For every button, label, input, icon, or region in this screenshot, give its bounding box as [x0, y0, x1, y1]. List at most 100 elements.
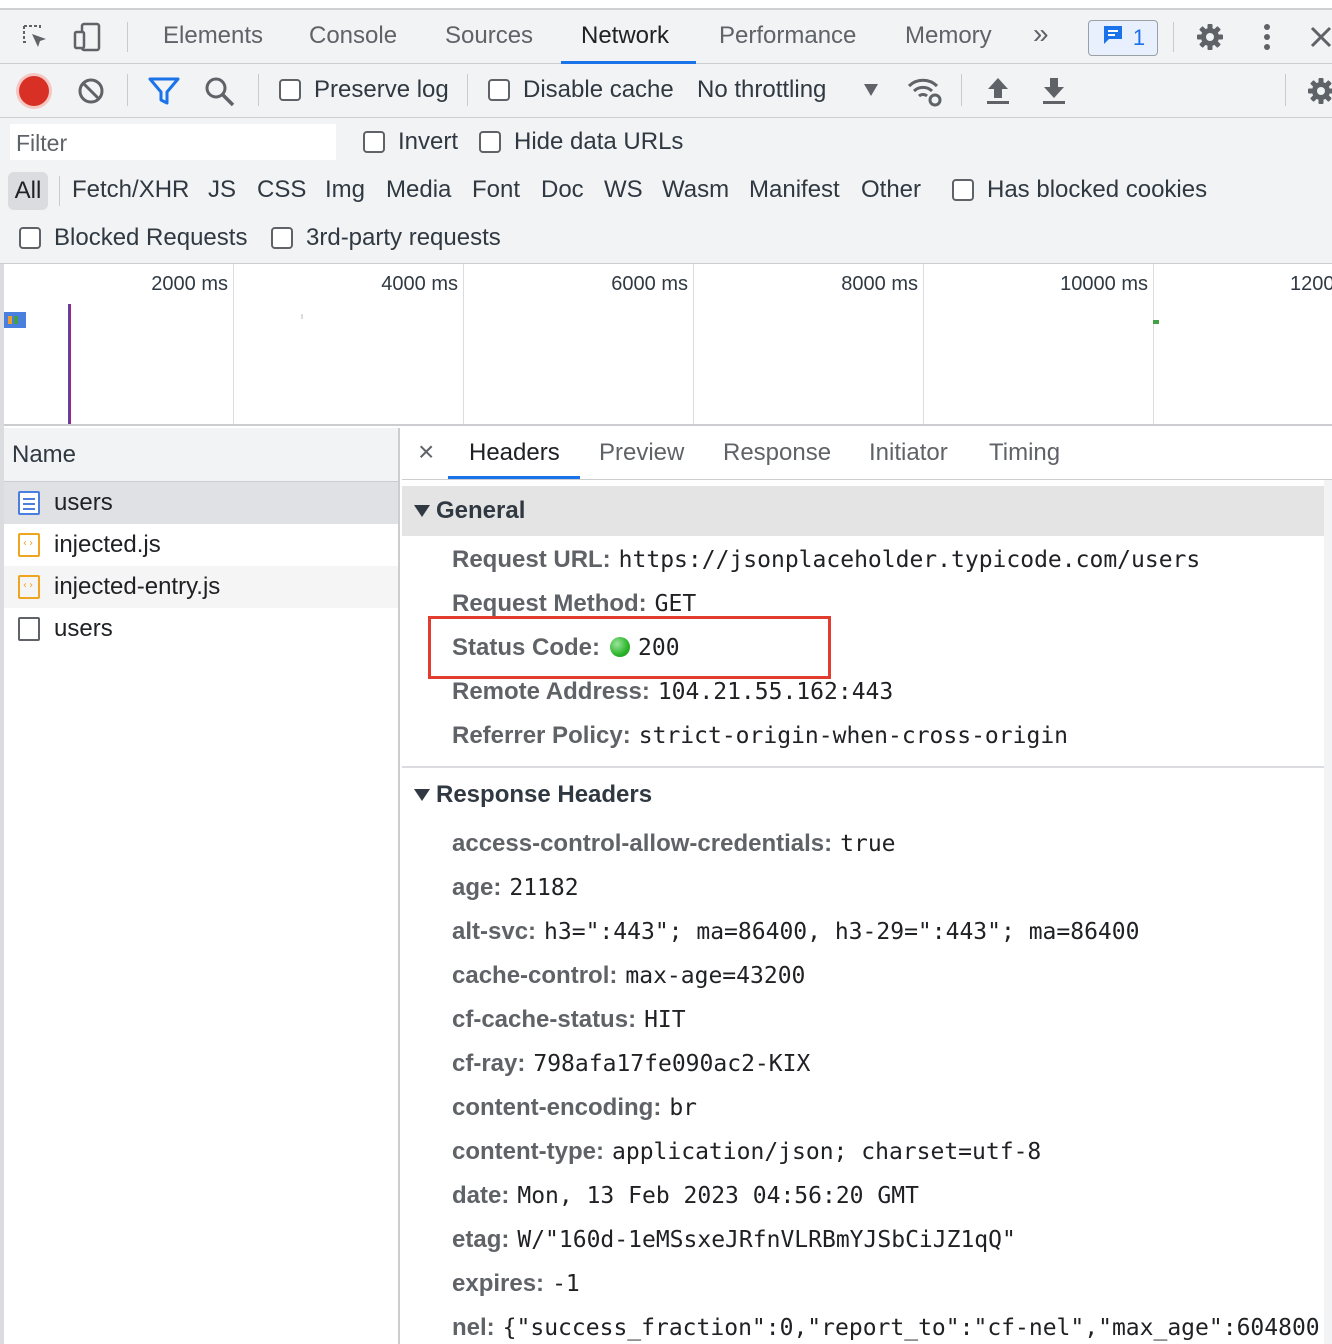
header-value: max-age=43200	[625, 963, 806, 989]
filter-type-media[interactable]: Media	[386, 176, 451, 204]
general-section-header[interactable]: General	[402, 486, 1324, 536]
timeline-label: 10000 ms	[1060, 273, 1148, 295]
header-value: https://jsonplaceholder.typicode.com/use…	[618, 547, 1201, 573]
issues-count: 1	[1132, 25, 1146, 50]
filter-type-other[interactable]: Other	[861, 176, 921, 204]
response-header-row: content-encoding: br	[452, 1094, 697, 1122]
tab-response[interactable]: Response	[723, 439, 831, 467]
tab-network[interactable]: Network	[581, 22, 669, 50]
response-header-row: etag: W/"160d-1eMSsxeJRfnVLRBmYJSbCiJZ1qQ…	[452, 1226, 1016, 1254]
tab-memory[interactable]: Memory	[905, 22, 992, 50]
filter-type-img[interactable]: Img	[325, 176, 365, 204]
close-details-icon[interactable]: ×	[418, 436, 434, 468]
invert-label: Invert	[398, 128, 459, 155]
tab-console[interactable]: Console	[309, 22, 397, 50]
filter-type-wasm[interactable]: Wasm	[662, 176, 729, 204]
issues-badge[interactable]: 1	[1088, 20, 1158, 56]
settings-gear-icon[interactable]	[1193, 20, 1227, 54]
tab-elements[interactable]: Elements	[163, 22, 263, 50]
hide-data-urls-checkbox[interactable]	[479, 131, 501, 153]
filter-funnel-icon[interactable]	[148, 76, 180, 113]
filter-type-font[interactable]: Font	[472, 176, 520, 204]
tab-preview[interactable]: Preview	[599, 439, 684, 467]
hide-data-urls-label: Hide data URLs	[514, 128, 684, 155]
device-toolbar-icon[interactable]	[70, 20, 104, 54]
preserve-log-checkbox[interactable]	[279, 79, 301, 101]
header-value: Mon, 13 Feb 2023 04:56:20 GMT	[517, 1183, 919, 1209]
timeline-label: 1200	[1290, 273, 1332, 295]
filter-type-fetch-xhr[interactable]: Fetch/XHR	[72, 176, 189, 204]
header-key: etag:	[452, 1226, 510, 1253]
header-value: W/"160d-1eMSsxeJRfnVLRBmYJSbCiJZ1qQ"	[517, 1227, 1016, 1253]
inspect-element-icon[interactable]	[18, 20, 52, 54]
filter-type-ws[interactable]: WS	[604, 176, 643, 204]
blocked-requests-checkbox[interactable]	[19, 227, 41, 249]
tab-initiator[interactable]: Initiator	[869, 439, 948, 467]
request-row-injected-entry-js[interactable]: ‹› injected-entry.js	[4, 566, 398, 608]
invert-checkbox[interactable]	[363, 131, 385, 153]
name-column-header[interactable]: Name	[4, 428, 398, 482]
throttling-dropdown-icon[interactable]	[864, 84, 878, 96]
close-devtools-icon[interactable]	[1304, 20, 1332, 54]
export-har-download-icon[interactable]	[1041, 76, 1067, 113]
response-header-row: cache-control: max-age=43200	[452, 962, 805, 990]
import-har-upload-icon[interactable]	[985, 76, 1011, 113]
filter-type-js[interactable]: JS	[208, 176, 236, 204]
more-options-kebab-icon[interactable]	[1250, 20, 1284, 54]
timeline-gridline	[923, 264, 924, 424]
devtools-tabbar: Elements Console Sources Network Perform…	[0, 8, 1332, 64]
header-key: date:	[452, 1182, 510, 1209]
header-key: alt-svc:	[452, 918, 537, 945]
third-party-requests-checkbox[interactable]	[271, 227, 293, 249]
tab-performance[interactable]: Performance	[719, 22, 856, 50]
toolbar-divider	[1173, 22, 1174, 52]
header-value: strict-origin-when-cross-origin	[638, 723, 1069, 749]
response-header-row: cf-cache-status: HIT	[452, 1006, 686, 1034]
tab-timing[interactable]: Timing	[989, 439, 1060, 467]
expand-triangle-icon	[414, 505, 430, 517]
requests-list: Name users ‹› injected.js ‹› injected-en…	[4, 428, 400, 1344]
filter-panel: Filter Invert Hide data URLs All Fetch/X…	[0, 118, 1332, 264]
header-key: Request Method:	[452, 590, 647, 617]
search-icon[interactable]	[204, 76, 236, 115]
response-header-row: nel: {"success_fraction":0,"report_to":"c…	[452, 1314, 1322, 1342]
response-header-row: alt-svc: h3=":443"; ma=86400, h3-29=":443…	[452, 918, 1139, 946]
tab-sources[interactable]: Sources	[445, 22, 533, 50]
header-value: application/json; charset=utf-8	[612, 1139, 1042, 1165]
network-settings-gear-icon[interactable]	[1306, 76, 1332, 106]
request-row-users-preflight[interactable]: users	[4, 608, 398, 650]
timeline-request-bar	[1153, 320, 1159, 324]
response-header-row: cf-ray: 798afa17fe090ac2-KIX	[452, 1050, 810, 1078]
blocked-requests-label: Blocked Requests	[54, 224, 248, 251]
tab-headers[interactable]: Headers	[469, 439, 560, 467]
disable-cache-checkbox[interactable]	[488, 79, 510, 101]
request-row-users[interactable]: users	[4, 482, 398, 524]
filter-type-manifest[interactable]: Manifest	[749, 176, 840, 204]
more-tabs-chevron-icon[interactable]: »	[1033, 18, 1049, 50]
filter-type-all[interactable]: All	[8, 172, 48, 210]
throttling-select[interactable]: No throttling	[697, 76, 826, 104]
filter-input[interactable]: Filter	[10, 124, 336, 160]
filter-type-doc[interactable]: Doc	[541, 176, 584, 204]
header-key: expires:	[452, 1270, 545, 1297]
response-header-row: access-control-allow-credentials: true	[452, 830, 896, 858]
header-key: Request URL:	[452, 546, 611, 573]
timeline-overview[interactable]: 2000 ms 4000 ms 6000 ms 8000 ms 10000 ms…	[0, 264, 1332, 426]
details-scrollbar[interactable]	[1324, 480, 1332, 1344]
preserve-log-label: Preserve log	[314, 76, 449, 103]
has-blocked-cookies-checkbox[interactable]	[952, 179, 974, 201]
network-toolbar: Preserve log Disable cache No throttling	[0, 64, 1332, 118]
request-row-injected-js[interactable]: ‹› injected.js	[4, 524, 398, 566]
filter-type-all-label: All	[14, 177, 42, 204]
toolbar-divider	[961, 74, 962, 106]
general-row-referrer-policy: Referrer Policy: strict-origin-when-cross…	[452, 722, 1068, 750]
filter-type-css[interactable]: CSS	[257, 176, 306, 204]
header-key: content-type:	[452, 1138, 604, 1165]
response-headers-section-header[interactable]: Response Headers	[402, 770, 1324, 820]
details-tabbar: × Headers Preview Response Initiator Tim…	[402, 428, 1332, 480]
network-conditions-icon[interactable]	[906, 76, 944, 115]
record-icon[interactable]	[19, 76, 49, 106]
timeline-label: 6000 ms	[611, 273, 688, 295]
clear-icon[interactable]	[76, 76, 106, 113]
header-value: 798afa17fe090ac2-KIX	[533, 1051, 811, 1077]
